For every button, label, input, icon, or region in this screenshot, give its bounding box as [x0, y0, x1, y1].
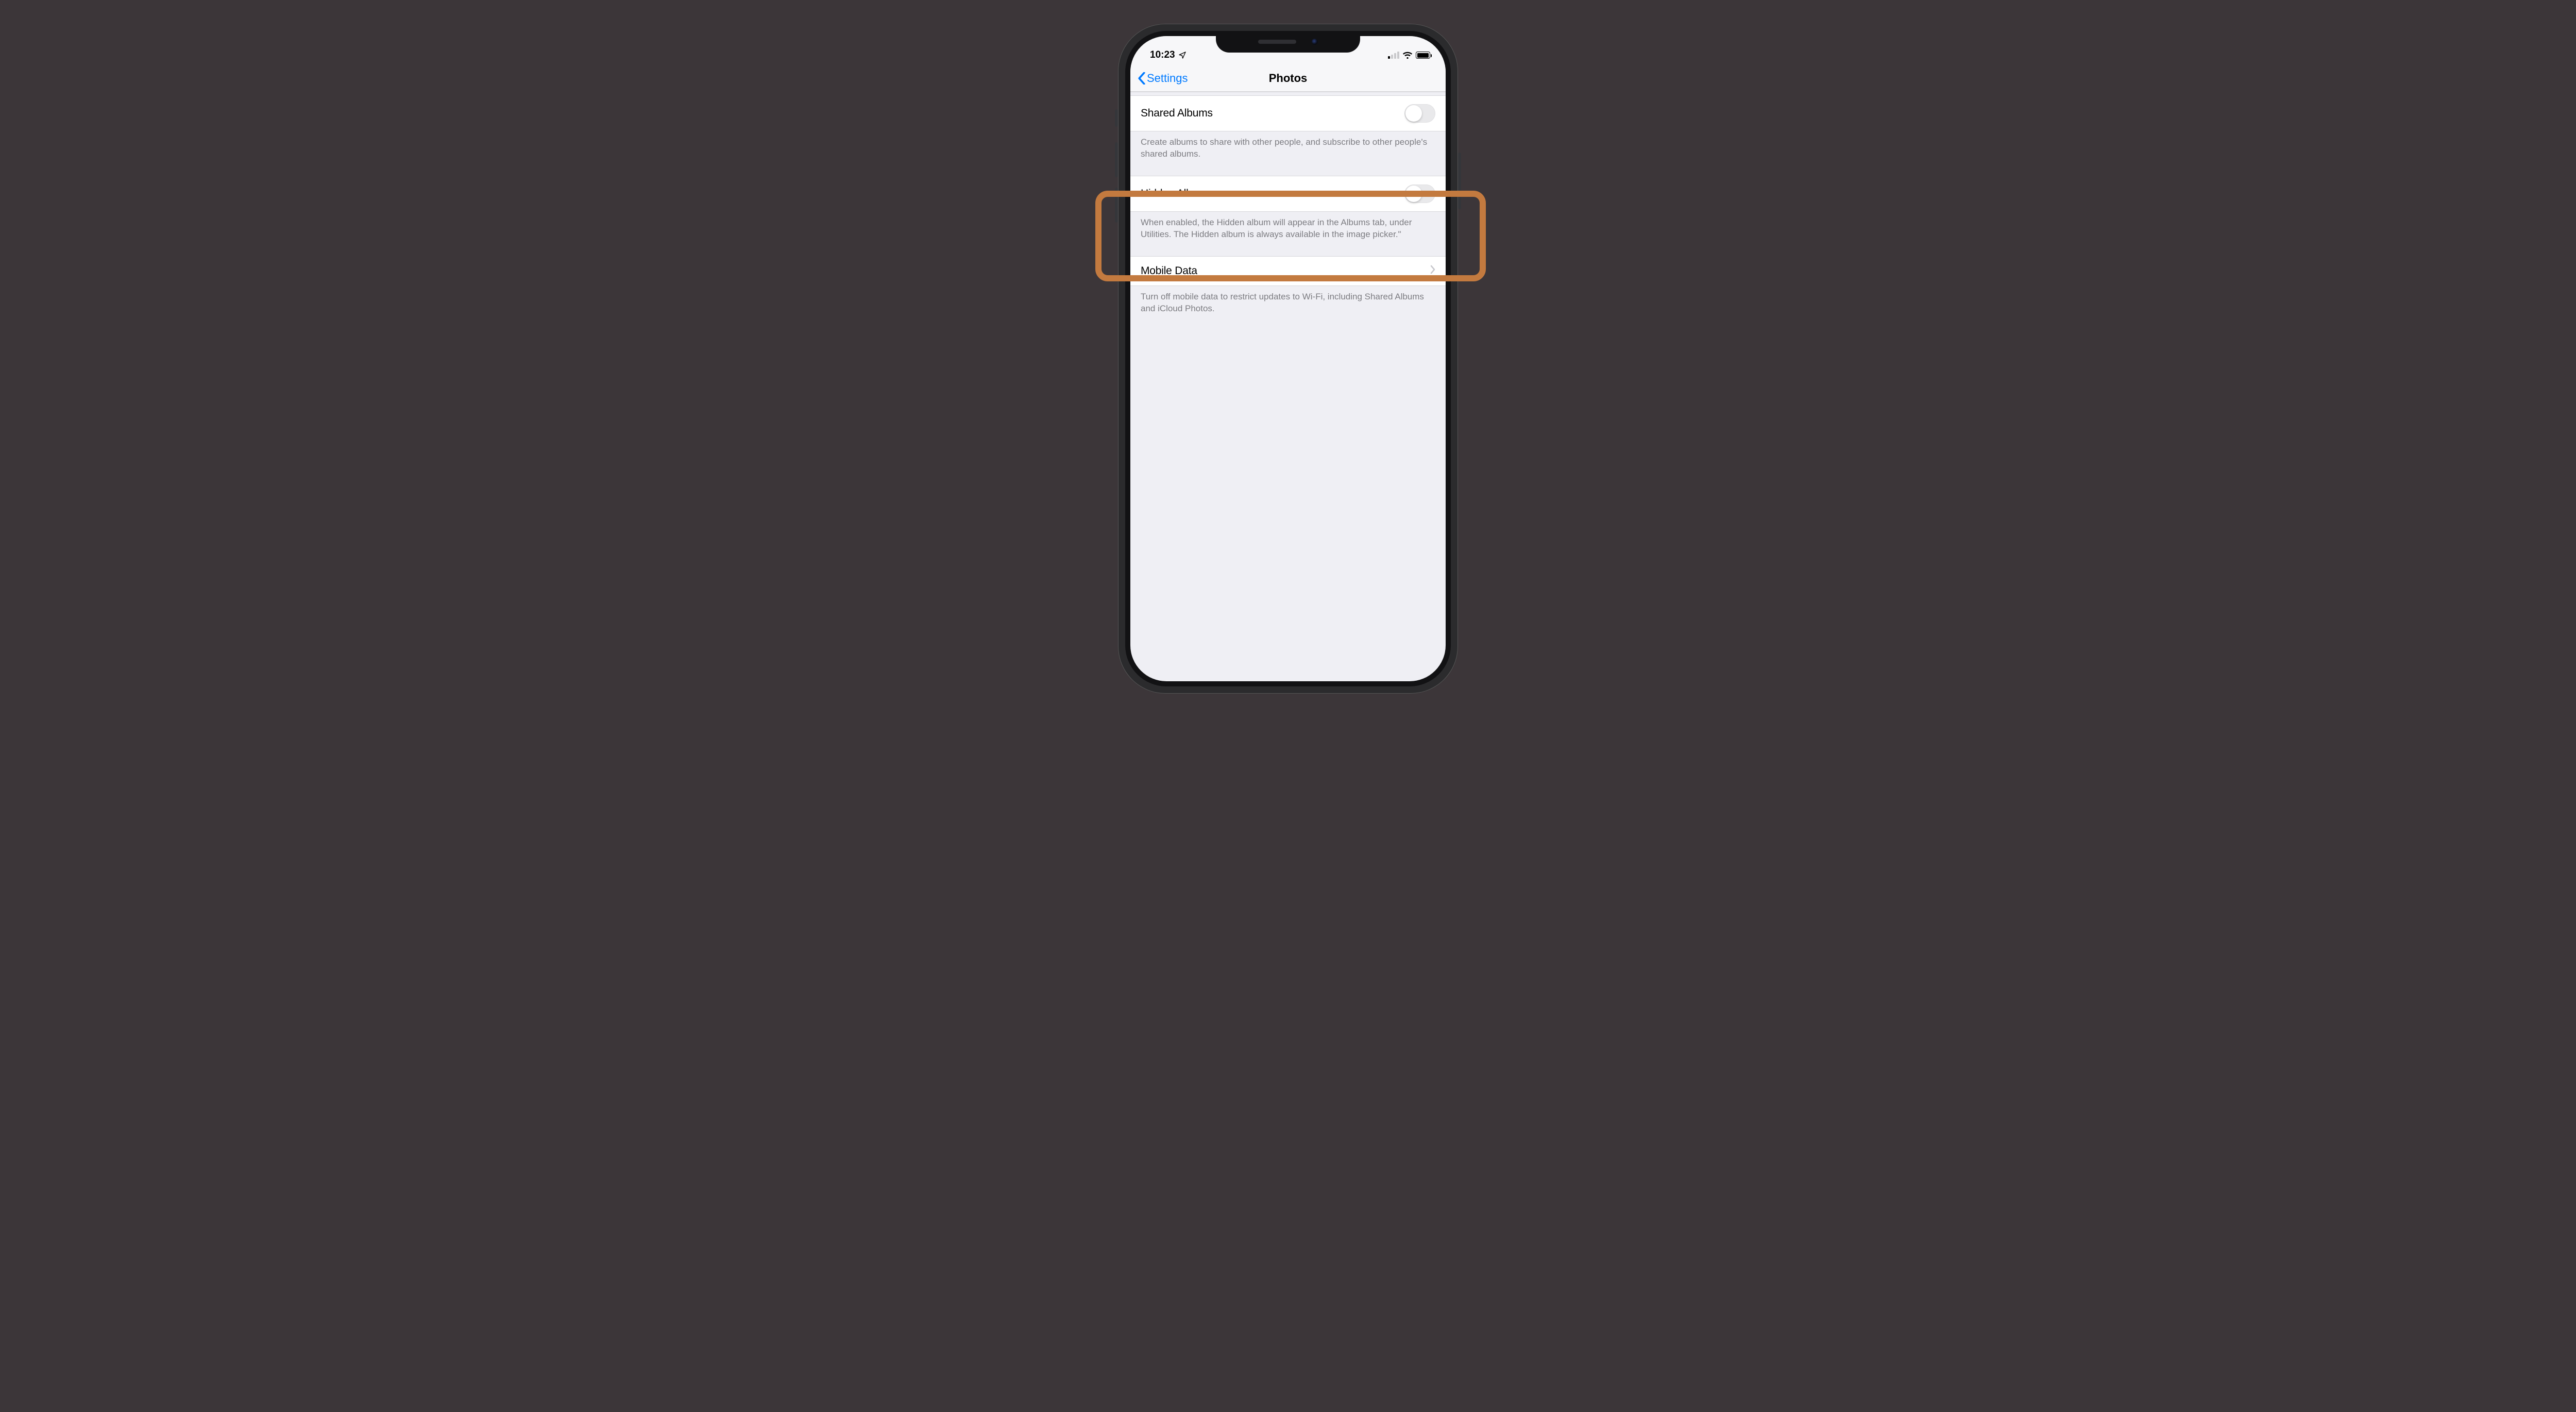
back-button[interactable]: Settings	[1138, 72, 1188, 85]
silence-switch	[1115, 109, 1118, 127]
canvas: 10:23	[886, 0, 1690, 402]
phone-bezel: 10:23	[1125, 31, 1451, 686]
hidden-album-row[interactable]: Hidden Album	[1130, 176, 1446, 212]
mobile-data-footer: Turn off mobile data to restrict updates…	[1130, 286, 1446, 323]
volume-up-button	[1115, 142, 1118, 177]
settings-content: Shared Albums Create albums to share wit…	[1130, 92, 1446, 323]
volume-down-button	[1115, 188, 1118, 223]
notch	[1216, 31, 1360, 53]
front-camera	[1312, 39, 1318, 45]
hidden-album-label: Hidden Album	[1141, 188, 1207, 200]
mobile-data-label: Mobile Data	[1141, 265, 1197, 277]
wifi-icon	[1402, 52, 1413, 59]
status-right	[1388, 52, 1430, 59]
back-label: Settings	[1147, 72, 1188, 85]
shared-albums-row[interactable]: Shared Albums	[1130, 95, 1446, 131]
phone-frame: 10:23	[1118, 24, 1458, 694]
mobile-data-row[interactable]: Mobile Data	[1130, 256, 1446, 286]
navigation-bar: Settings Photos	[1130, 65, 1446, 92]
shared-albums-label: Shared Albums	[1141, 107, 1213, 120]
status-left: 10:23	[1150, 49, 1187, 61]
status-time: 10:23	[1150, 49, 1175, 61]
battery-icon	[1416, 52, 1430, 59]
screen: 10:23	[1130, 36, 1446, 681]
cellular-signal-icon	[1388, 52, 1399, 59]
power-button	[1458, 153, 1461, 209]
shared-albums-toggle[interactable]	[1404, 104, 1435, 123]
hidden-album-toggle[interactable]	[1404, 184, 1435, 203]
location-arrow-icon	[1178, 51, 1187, 59]
chevron-right-icon	[1430, 265, 1435, 277]
earpiece-speaker	[1258, 40, 1296, 44]
shared-albums-footer: Create albums to share with other people…	[1130, 131, 1446, 169]
hidden-album-footer: When enabled, the Hidden album will appe…	[1130, 212, 1446, 249]
